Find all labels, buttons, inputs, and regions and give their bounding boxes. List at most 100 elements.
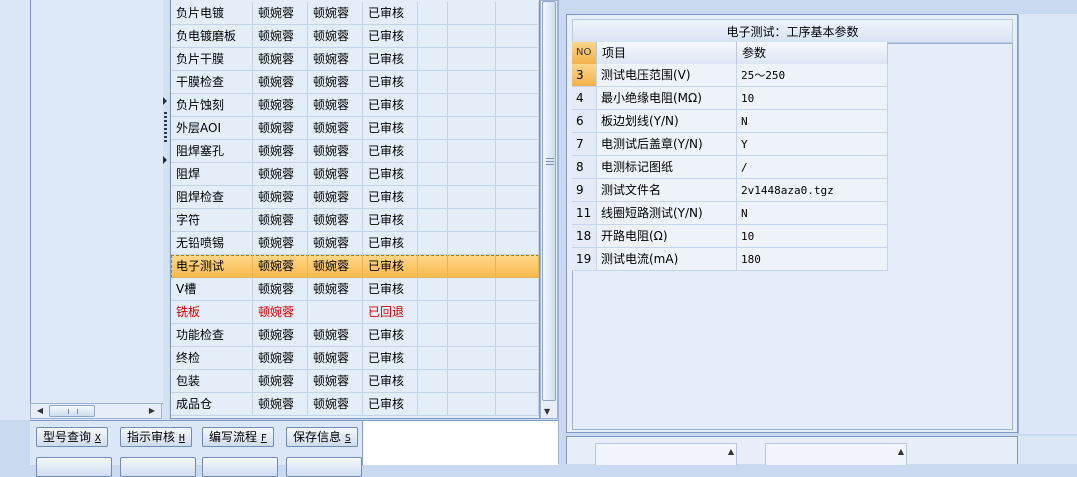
table-row[interactable]: 无铅喷锡 顿婉蓉 顿婉蓉 已审核 xyxy=(171,232,539,255)
table-row[interactable]: 铣板 顿婉蓉 已回退 xyxy=(171,301,539,324)
scroll-thumb[interactable] xyxy=(542,1,556,401)
horizontal-scrollbar[interactable]: ◀ ▶ xyxy=(30,403,162,419)
status-cell: 已审核 xyxy=(363,232,418,255)
reviewer-cell: 顿婉蓉 xyxy=(308,25,363,48)
vertical-scrollbar[interactable]: ▼ xyxy=(540,0,558,419)
param-value-cell[interactable]: N xyxy=(737,202,888,225)
reviewer-cell: 顿婉蓉 xyxy=(308,140,363,163)
empty-cell xyxy=(418,2,448,25)
table-row[interactable]: 外层AOI 顿婉蓉 顿婉蓉 已审核 xyxy=(171,117,539,140)
process-name-cell: 字符 xyxy=(171,209,253,232)
param-value-cell[interactable]: 10 xyxy=(737,225,888,248)
status-cell: 已审核 xyxy=(363,255,418,278)
param-row[interactable]: 11 线圈短路测试(Y/N) N xyxy=(572,202,888,225)
param-value-cell[interactable]: N xyxy=(737,110,888,133)
empty-cell xyxy=(496,25,539,48)
sub-list-box[interactable]: ▲ xyxy=(765,443,907,465)
process-name-cell: 无铅喷锡 xyxy=(171,232,253,255)
table-row[interactable]: 阻焊塞孔 顿婉蓉 顿婉蓉 已审核 xyxy=(171,140,539,163)
expand-arrow-icon[interactable] xyxy=(163,97,167,105)
reviewer-cell: 顿婉蓉 xyxy=(308,324,363,347)
param-row[interactable]: 4 最小绝缘电阻(MΩ) 10 xyxy=(572,87,888,110)
tree-view[interactable] xyxy=(30,0,163,404)
param-value-cell[interactable]: Y xyxy=(737,133,888,156)
empty-cell xyxy=(418,301,448,324)
empty-cell xyxy=(496,255,539,278)
process-name-cell: 负电镀磨板 xyxy=(171,25,253,48)
empty-cell xyxy=(496,324,539,347)
empty-cell xyxy=(418,71,448,94)
table-row[interactable]: 负电镀磨板 顿婉蓉 顿婉蓉 已审核 xyxy=(171,25,539,48)
empty-cell xyxy=(418,163,448,186)
status-cell: 已审核 xyxy=(363,278,418,301)
scroll-thumb[interactable] xyxy=(49,405,95,417)
action-button[interactable]: 指示审核 H xyxy=(120,427,192,447)
action-button[interactable] xyxy=(286,457,362,477)
param-row[interactable]: 3 测试电压范围(V) 25～250 xyxy=(572,64,888,87)
param-no-cell: 8 xyxy=(572,156,597,179)
reviewer-cell: 顿婉蓉 xyxy=(308,278,363,301)
action-button[interactable]: 编写流程 F xyxy=(202,427,274,447)
empty-cell xyxy=(496,2,539,25)
param-row[interactable]: 8 电测标记图纸 / xyxy=(572,156,888,179)
expand-arrow-icon[interactable] xyxy=(163,156,167,164)
empty-cell xyxy=(496,94,539,117)
param-no-cell: 7 xyxy=(572,133,597,156)
table-row[interactable]: 干膜检查 顿婉蓉 顿婉蓉 已审核 xyxy=(171,71,539,94)
scroll-right-icon[interactable]: ▶ xyxy=(147,406,157,416)
empty-cell xyxy=(448,255,496,278)
empty-cell xyxy=(496,140,539,163)
table-row[interactable]: 电子测试 顿婉蓉 顿婉蓉 已审核 xyxy=(171,255,539,278)
action-button[interactable]: 型号查询 X xyxy=(36,427,108,447)
param-value-cell[interactable]: 25～250 xyxy=(737,64,888,87)
empty-cell xyxy=(448,25,496,48)
param-value-cell[interactable]: 2v1448aza0.tgz xyxy=(737,179,888,202)
table-row[interactable]: 阻焊检查 顿婉蓉 顿婉蓉 已审核 xyxy=(171,186,539,209)
col-header-no[interactable]: NO xyxy=(572,42,597,64)
empty-cell xyxy=(448,347,496,370)
table-row[interactable]: 字符 顿婉蓉 顿婉蓉 已审核 xyxy=(171,209,539,232)
param-row[interactable]: 19 测试电流(mA) 180 xyxy=(572,248,888,271)
action-button[interactable] xyxy=(120,457,196,477)
table-row[interactable]: 负片电镀 顿婉蓉 顿婉蓉 已审核 xyxy=(171,2,539,25)
scroll-down-icon[interactable]: ▼ xyxy=(544,407,550,416)
table-row[interactable]: 负片蚀刻 顿婉蓉 顿婉蓉 已审核 xyxy=(171,94,539,117)
pane-splitter[interactable] xyxy=(163,0,169,420)
action-button[interactable] xyxy=(202,457,278,477)
empty-cell xyxy=(418,209,448,232)
creator-cell: 顿婉蓉 xyxy=(253,186,308,209)
table-row[interactable]: 成品仓 顿婉蓉 顿婉蓉 已审核 xyxy=(171,393,539,416)
param-value-cell[interactable]: / xyxy=(737,156,888,179)
process-name-cell: 功能检查 xyxy=(171,324,253,347)
action-button[interactable] xyxy=(36,457,112,477)
param-value-cell[interactable]: 10 xyxy=(737,87,888,110)
col-header-item[interactable]: 项目 xyxy=(597,42,737,64)
action-button[interactable]: 保存信息 S xyxy=(286,427,358,447)
button-group: 型号查询 X 指示审核 H 编写流程 F 保存信息 S xyxy=(30,421,363,477)
scroll-up-icon[interactable]: ▲ xyxy=(898,447,904,456)
empty-cell xyxy=(418,25,448,48)
table-row[interactable]: 负片干膜 顿婉蓉 顿婉蓉 已审核 xyxy=(171,48,539,71)
status-cell: 已审核 xyxy=(363,393,418,416)
col-header-value[interactable]: 参数 xyxy=(737,42,888,64)
empty-cell xyxy=(418,232,448,255)
button-label: 保存信息 xyxy=(293,430,342,444)
empty-cell xyxy=(496,71,539,94)
param-row[interactable]: 6 板边划线(Y/N) N xyxy=(572,110,888,133)
table-row[interactable]: 终检 顿婉蓉 顿婉蓉 已审核 xyxy=(171,347,539,370)
param-row[interactable]: 18 开路电阻(Ω) 10 xyxy=(572,225,888,248)
param-value-cell[interactable]: 180 xyxy=(737,248,888,271)
scroll-left-icon[interactable]: ◀ xyxy=(35,406,45,416)
table-row[interactable]: 阻焊 顿婉蓉 顿婉蓉 已审核 xyxy=(171,163,539,186)
empty-cell xyxy=(496,347,539,370)
empty-cell xyxy=(496,278,539,301)
process-name-cell: 阻焊塞孔 xyxy=(171,140,253,163)
scroll-up-icon[interactable]: ▲ xyxy=(728,447,734,456)
empty-cell xyxy=(496,186,539,209)
table-row[interactable]: 功能检查 顿婉蓉 顿婉蓉 已审核 xyxy=(171,324,539,347)
param-row[interactable]: 7 电测试后盖章(Y/N) Y xyxy=(572,133,888,156)
table-row[interactable]: V槽 顿婉蓉 顿婉蓉 已审核 xyxy=(171,278,539,301)
param-row[interactable]: 9 测试文件名 2v1448aza0.tgz xyxy=(572,179,888,202)
table-row[interactable]: 包装 顿婉蓉 顿婉蓉 已审核 xyxy=(171,370,539,393)
sub-list-box[interactable]: ▲ xyxy=(595,443,737,465)
